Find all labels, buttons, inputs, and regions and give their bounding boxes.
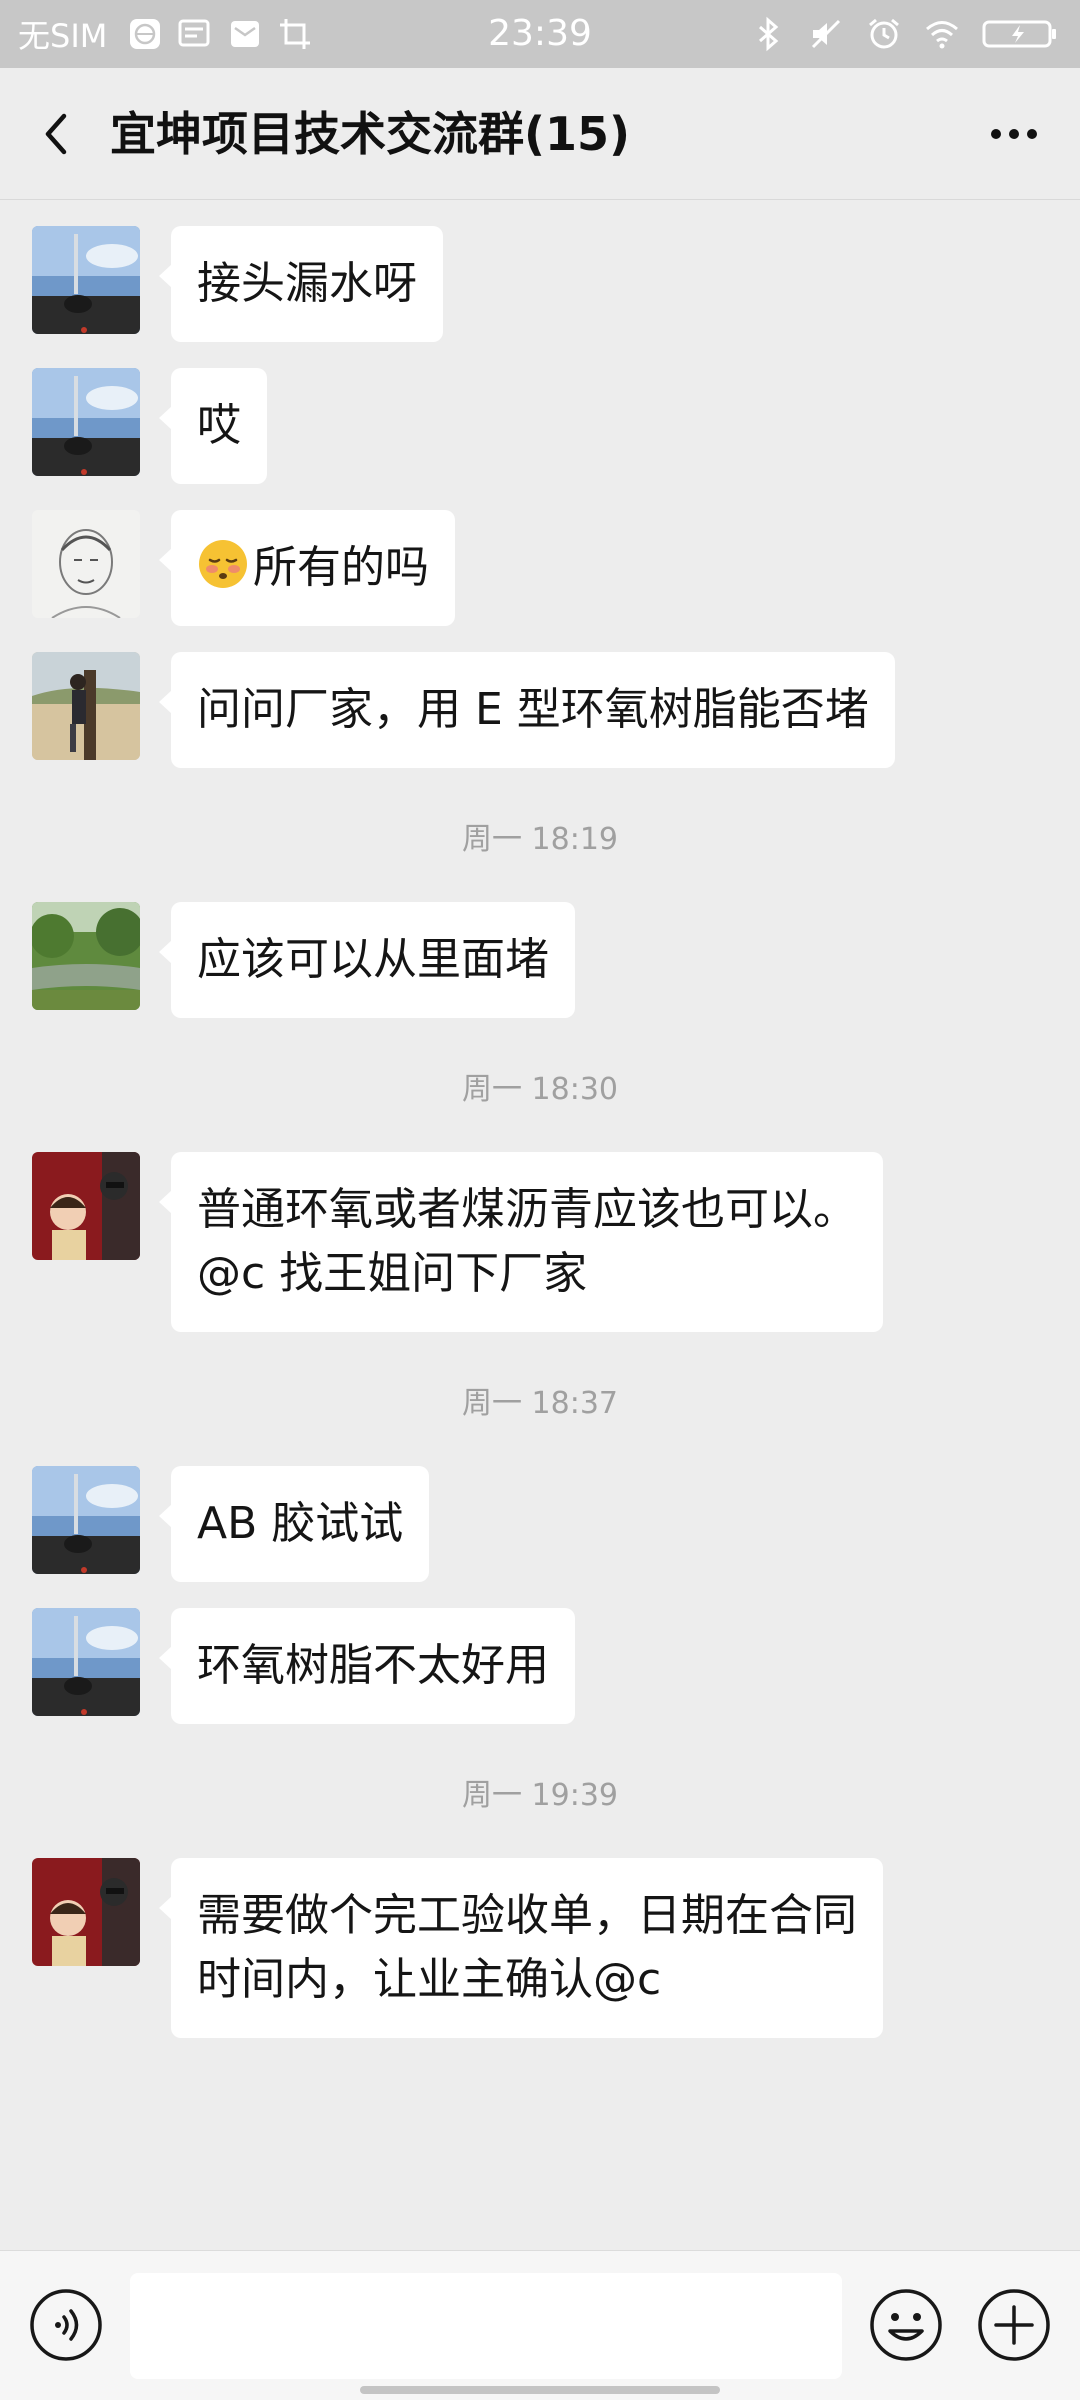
message-bubble[interactable]: 普通环氧或者煤沥青应该也可以。 @c 找王姐问下厂家	[159, 1152, 883, 1332]
message-text: 接头漏水呀	[197, 258, 417, 309]
message-text: 环氧树脂不太好用	[197, 1640, 549, 1691]
avatar-sky[interactable]	[32, 1608, 140, 1716]
chat-title: 宜坤项目技术交流群(15)	[110, 107, 631, 161]
avatar-river[interactable]	[32, 902, 140, 1010]
message-bubble[interactable]: 需要做个完工验收单，日期在合同 时间内，让业主确认@c	[159, 1858, 883, 2038]
avatar-sky[interactable]	[32, 226, 140, 334]
more-dots-icon[interactable]	[984, 108, 1044, 160]
avatar-sky[interactable]	[32, 1466, 140, 1574]
plus-icon[interactable]	[976, 2287, 1052, 2363]
alarm-icon	[869, 18, 899, 49]
avatar-sketch[interactable]	[32, 510, 140, 618]
message-text-line: 需要做个完工验收单，日期在合同	[197, 1890, 857, 1941]
avatar-kid[interactable]	[32, 1858, 140, 1966]
avatar-kid[interactable]	[32, 1152, 140, 1260]
timestamp: 周一 18:37	[462, 1386, 618, 1421]
emoji-icon[interactable]	[868, 2287, 944, 2363]
message-text: 问问厂家，用 E 型环氧树脂能否堵	[197, 684, 869, 735]
message-bubble[interactable]: 接头漏水呀	[159, 226, 443, 342]
message-text: 所有的吗	[253, 542, 429, 593]
chevron-left-icon[interactable]	[28, 104, 88, 164]
avatar-sky[interactable]	[32, 368, 140, 476]
message-bubble[interactable]: 问问厂家，用 E 型环氧树脂能否堵	[159, 652, 895, 768]
message-text-line: 时间内，让业主确认@c	[197, 1954, 662, 2005]
message-text-line: 普通环氧或者煤沥青应该也可以。	[197, 1184, 857, 1235]
message-bubble[interactable]: 环氧树脂不太好用	[159, 1608, 575, 1724]
message-text-line: @c 找王姐问下厂家	[197, 1248, 588, 1299]
avatar-tree[interactable]	[32, 652, 140, 760]
timestamp: 周一 18:19	[462, 822, 618, 857]
timestamp: 周一 19:39	[462, 1778, 618, 1813]
mute-icon	[811, 19, 841, 49]
message-input[interactable]	[130, 2273, 842, 2379]
voice-icon[interactable]	[28, 2287, 104, 2363]
message-text: 应该可以从里面堵	[197, 934, 549, 985]
bluetooth-icon	[759, 16, 779, 52]
message-bubble[interactable]: 所有的吗	[159, 510, 455, 626]
flushed-face-emoji	[199, 540, 247, 588]
status-bar: 无SIM 23:39	[0, 0, 1080, 68]
message-list[interactable]: 接头漏水呀 哎 所有的吗 问问厂家，用 E 型环氧树脂能否堵 周一 18:19 …	[0, 200, 1080, 2250]
message-bubble[interactable]: AB 胶试试	[158, 1466, 430, 1582]
battery-charging-icon	[982, 20, 1056, 48]
timestamp: 周一 18:30	[462, 1072, 618, 1107]
wifi-icon	[926, 21, 958, 49]
message-bubble[interactable]: 哎	[159, 368, 267, 484]
message-bubble[interactable]: 应该可以从里面堵	[159, 902, 575, 1018]
home-indicator[interactable]	[360, 2386, 720, 2394]
message-text: 哎	[197, 400, 241, 451]
message-text: AB 胶试试	[197, 1498, 404, 1549]
input-bar	[0, 2250, 1080, 2400]
chat-header: 宜坤项目技术交流群(15)	[0, 68, 1080, 200]
